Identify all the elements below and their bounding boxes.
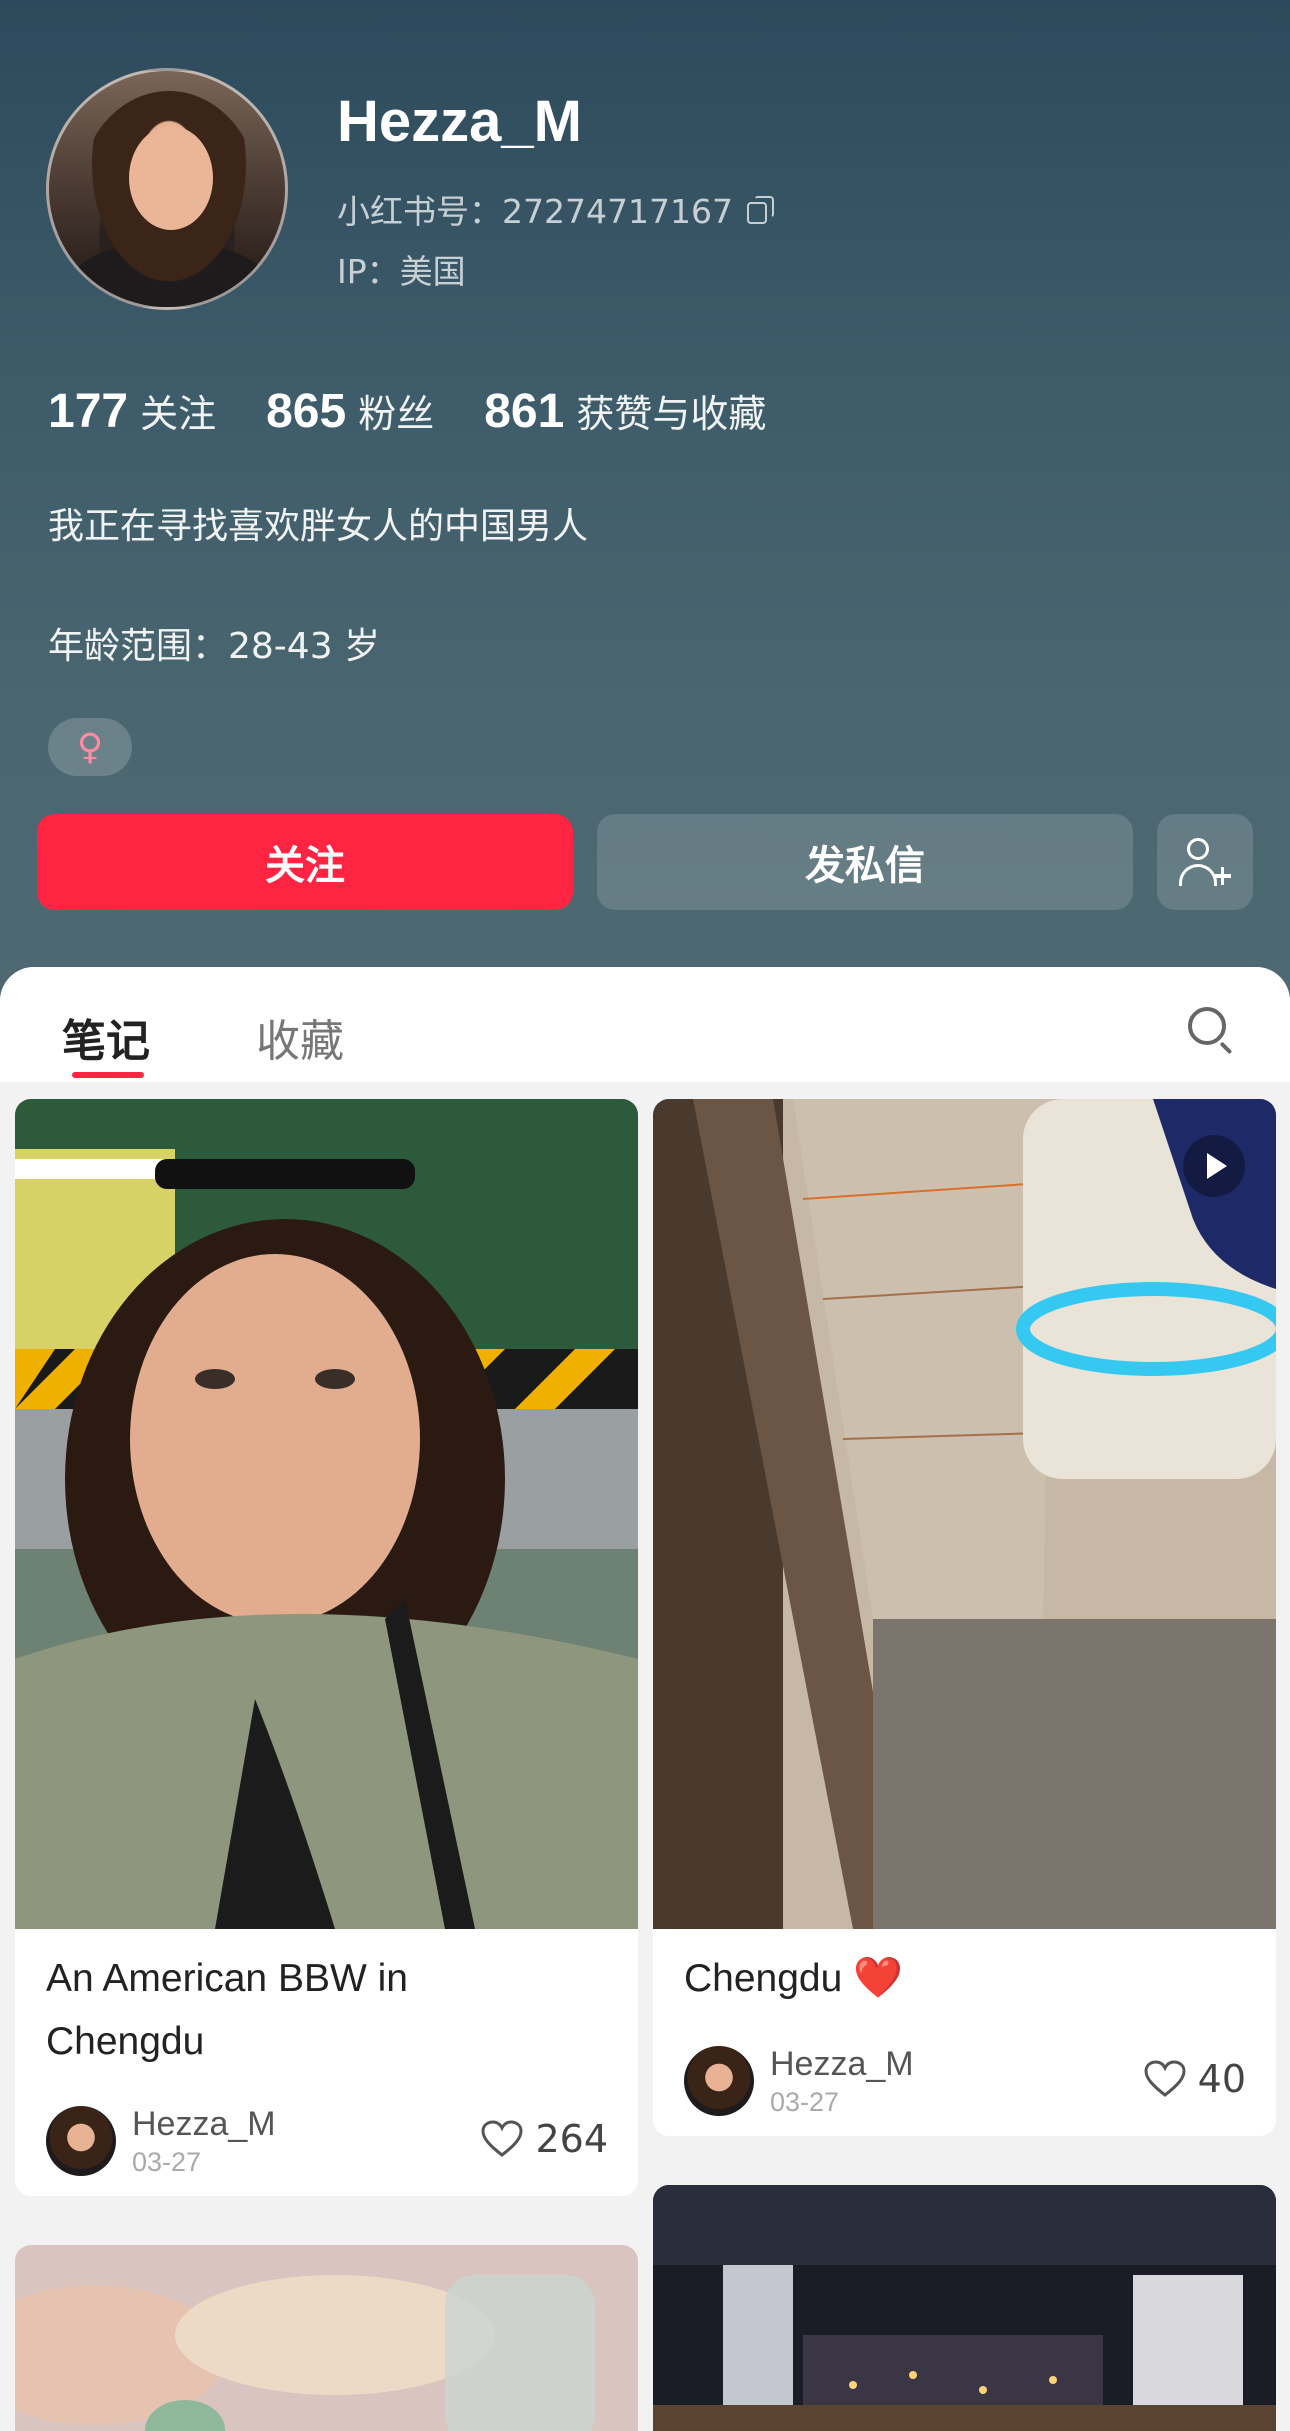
profile-id-row: 小红书号：27274717167 (337, 185, 774, 233)
note-title-text: Chengdu (684, 1957, 843, 2000)
note-cover-image (653, 1099, 1276, 1929)
note-likes[interactable]: 40 (1144, 2057, 1246, 2101)
fans-label: 粉丝 (358, 392, 435, 436)
profile-id: 小红书号：27274717167 (337, 192, 733, 231)
tab-collections[interactable]: 收藏 (256, 1005, 344, 1069)
stat-fans[interactable]: 865 粉丝 (266, 383, 434, 439)
bio-line-1: 我正在寻找喜欢胖女人的中国男人 (48, 506, 589, 547)
note-date: 03-27 (132, 2147, 202, 2177)
stat-following[interactable]: 177 关注 (48, 383, 216, 439)
note-card[interactable]: Chengdu ❤️ Hezza_M 03-27 40 (653, 1099, 1276, 2136)
note-likes-count: 264 (535, 2117, 608, 2161)
note-card[interactable] (653, 2185, 1276, 2431)
copy-icon[interactable] (746, 196, 774, 224)
fans-count: 865 (266, 385, 347, 438)
heart-icon (1144, 2060, 1186, 2098)
note-author-avatar (46, 2106, 116, 2176)
bio-line-2: 年龄范围：28-43 岁 (48, 626, 381, 667)
note-cover-image (653, 2185, 1276, 2431)
note-title: Chengdu ❤️ (684, 1947, 903, 2010)
follow-button[interactable]: 关注 (37, 814, 573, 910)
note-title: An American BBW in Chengdu (46, 1957, 408, 2063)
notes-panel: 笔记 收藏 An American BBW in Chengdu Hezza_M… (0, 967, 1290, 2431)
note-card[interactable] (15, 2245, 638, 2431)
note-card[interactable]: An American BBW in Chengdu Hezza_M 03-27… (15, 1099, 638, 2196)
following-label: 关注 (140, 392, 217, 436)
female-icon: ♀ (76, 726, 104, 768)
following-count: 177 (48, 385, 129, 438)
note-likes[interactable]: 264 (481, 2117, 608, 2161)
profile-avatar[interactable] (46, 68, 288, 310)
likes-count: 861 (484, 385, 565, 438)
profile-ip: IP：美国 (337, 252, 466, 291)
note-cover-image (15, 2245, 638, 2431)
play-icon[interactable] (1183, 1135, 1245, 1197)
note-date: 03-27 (770, 2087, 840, 2117)
note-author-avatar (684, 2046, 754, 2116)
message-button[interactable]: 发私信 (597, 814, 1133, 910)
note-likes-count: 40 (1197, 2057, 1246, 2101)
profile-stats: 177 关注 865 粉丝 861 获赞与收藏 (48, 383, 766, 439)
red-heart-icon: ❤️ (853, 1956, 903, 2000)
note-author: Hezza_M (770, 2045, 914, 2083)
likes-label: 获赞与收藏 (576, 392, 767, 436)
note-author: Hezza_M (132, 2105, 276, 2143)
stat-likes[interactable]: 861 获赞与收藏 (484, 383, 766, 439)
active-tab-indicator (72, 1072, 144, 1078)
gender-badge: ♀ (48, 718, 132, 776)
add-user-icon (1179, 836, 1231, 888)
profile-header: Hezza_M 小红书号：27274717167 IP：美国 177 关注 86… (0, 0, 1290, 1010)
search-icon[interactable] (1186, 1005, 1236, 1055)
profile-name: Hezza_M (337, 89, 582, 154)
add-friend-button[interactable] (1157, 814, 1253, 910)
profile-tabs: 笔记 收藏 (0, 967, 1290, 1082)
heart-icon (481, 2120, 523, 2158)
note-cover-image (15, 1099, 638, 1929)
tab-notes[interactable]: 笔记 (62, 1005, 150, 1069)
